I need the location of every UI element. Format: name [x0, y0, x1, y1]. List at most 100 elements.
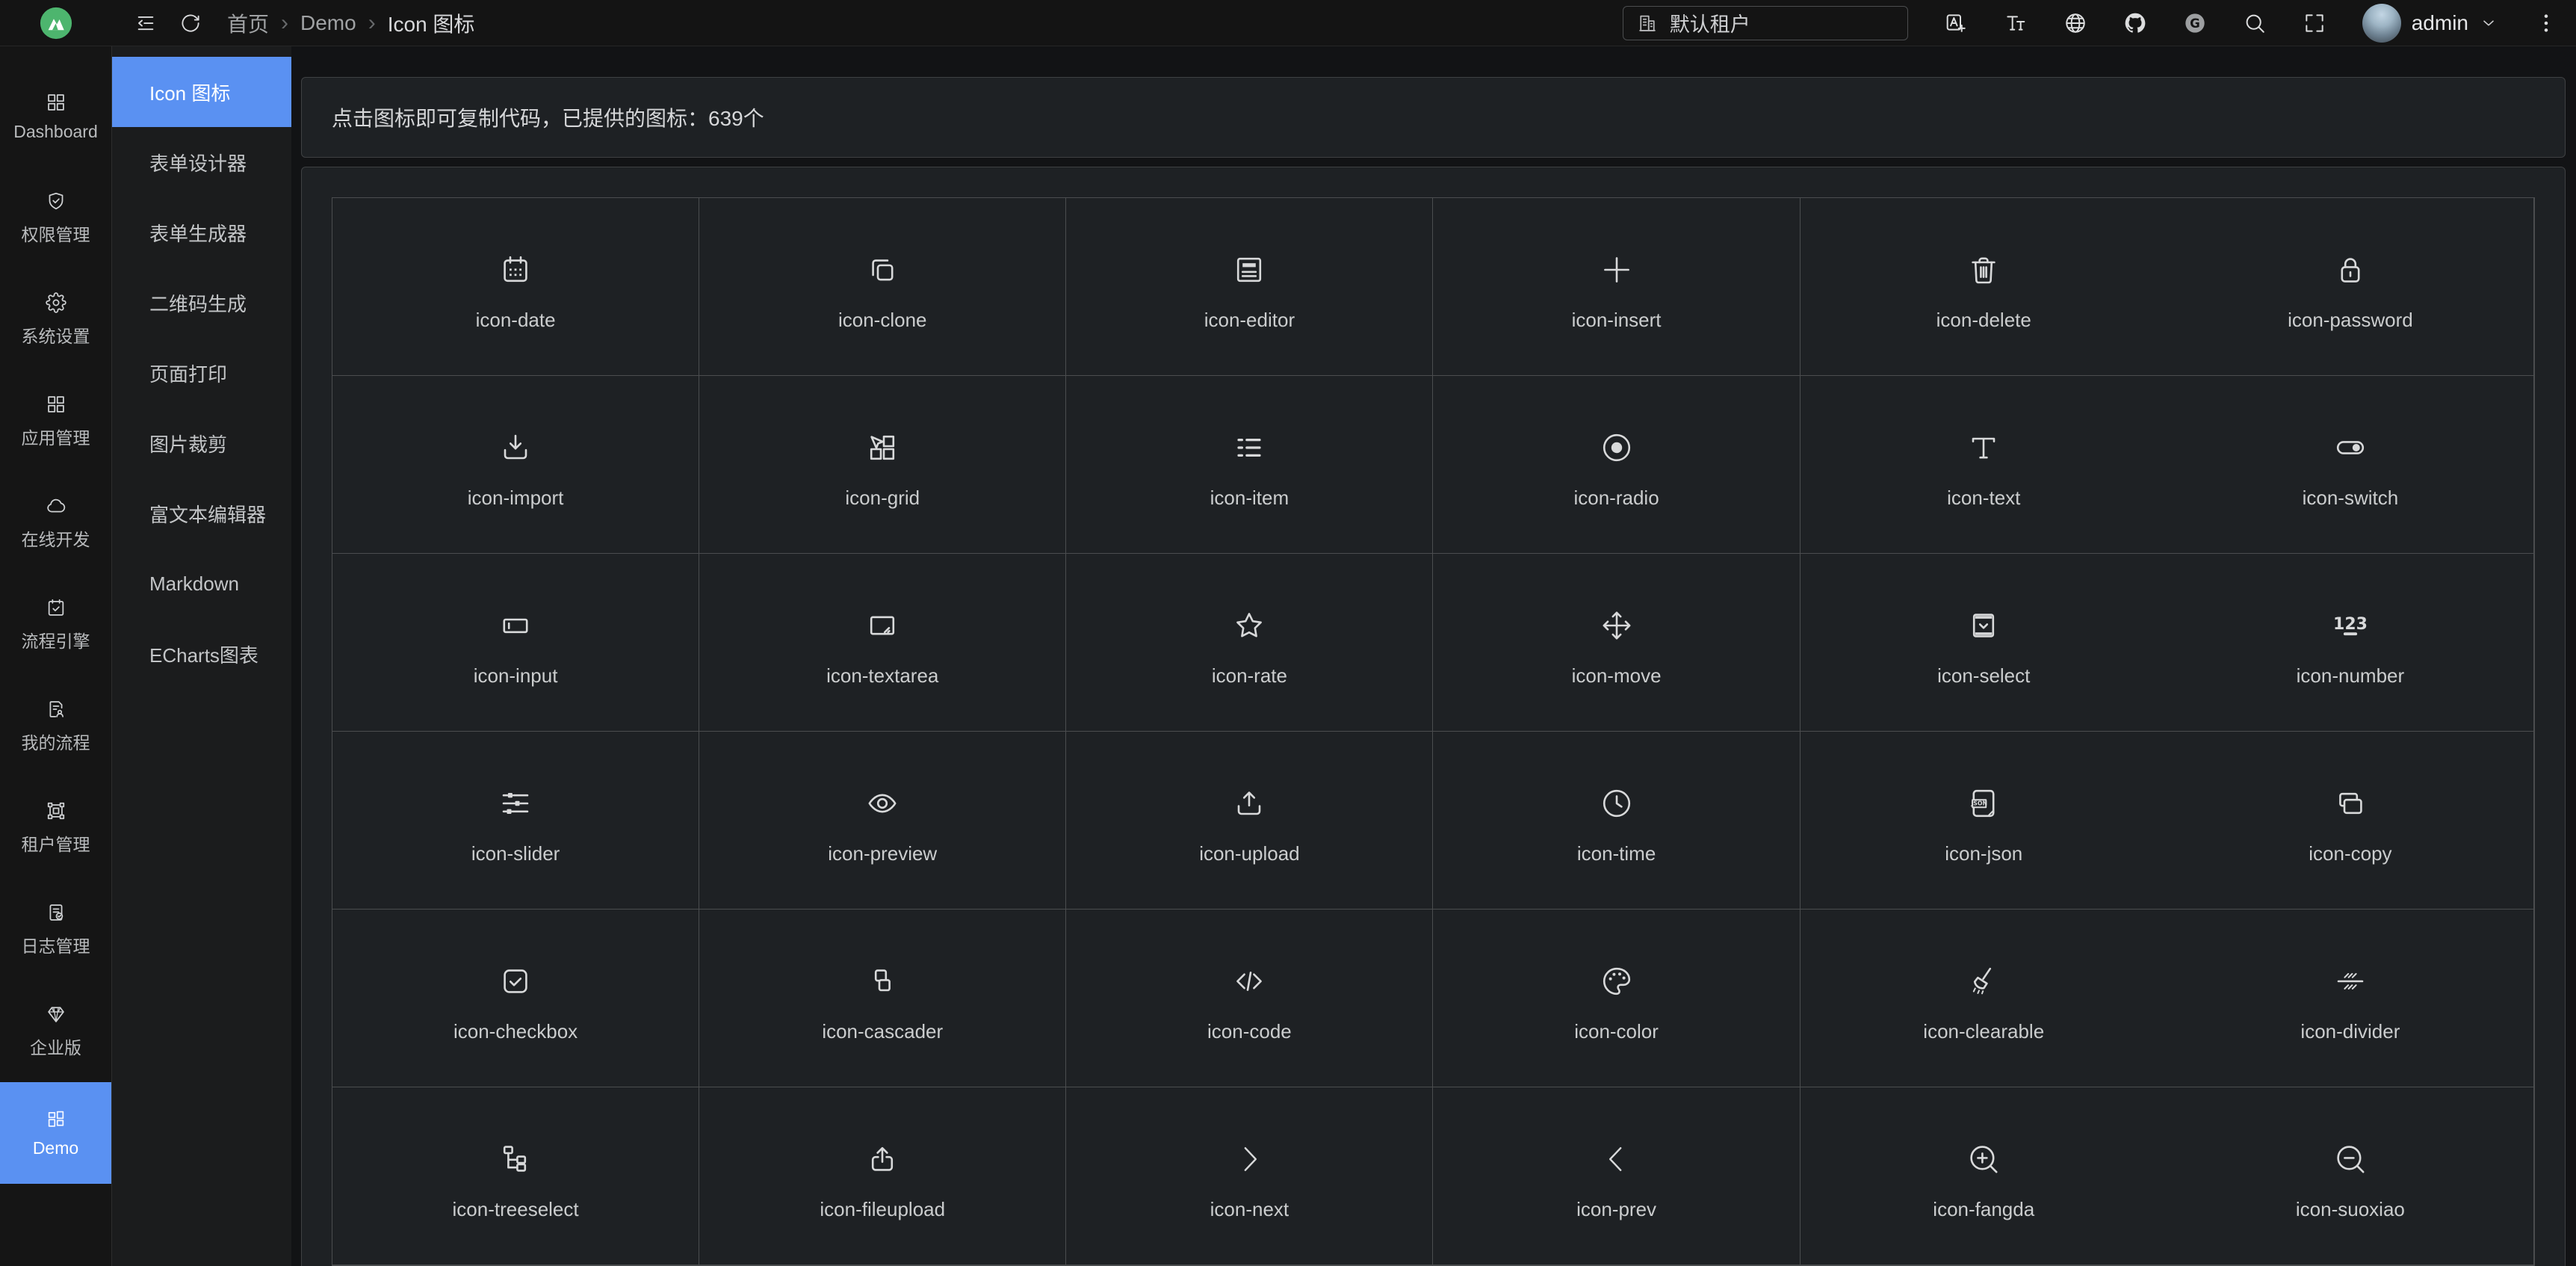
secondary-menu-item[interactable]: Markdown: [112, 549, 291, 619]
icon-grid-cell[interactable]: icon-date: [332, 198, 699, 376]
sidebar-item[interactable]: 权限管理: [0, 167, 111, 269]
icon-grid-cell[interactable]: icon-copy: [2167, 732, 2534, 910]
icon-checkbox: [498, 963, 533, 999]
secondary-menu-item[interactable]: ECharts图表: [112, 619, 291, 689]
icon-grid-cell[interactable]: icon-suoxiao: [2167, 1087, 2534, 1265]
icon-grid-cell[interactable]: icon-textarea: [699, 554, 1066, 732]
icon-fangda: [1966, 1141, 2001, 1177]
font-size-button[interactable]: [2004, 11, 2028, 35]
icon-label: icon-delete: [1936, 309, 2031, 332]
icon-grid: icon-date icon-clone icon-editor icon-in…: [332, 197, 2535, 1266]
more-settings-button[interactable]: [2534, 11, 2558, 35]
icon-grid-cell[interactable]: icon-upload: [1066, 732, 1433, 910]
icon-switch: [2332, 430, 2368, 466]
icon-grid-cell[interactable]: icon-text: [1801, 376, 2167, 554]
icon-label: icon-upload: [1199, 842, 1299, 865]
sidebar-item[interactable]: 系统设置: [0, 269, 111, 371]
icon-grid-cell[interactable]: icon-switch: [2167, 376, 2534, 554]
icon-grid-cell[interactable]: icon-move: [1433, 554, 1800, 732]
shield-check-icon: [46, 191, 66, 211]
top-navbar: 首页 › Demo › Icon 图标 默认租户 admin: [0, 0, 2576, 46]
sidebar-item[interactable]: 租户管理: [0, 777, 111, 879]
icon-label: icon-select: [1937, 664, 2030, 688]
icon-grid-cell[interactable]: icon-input: [332, 554, 699, 732]
secondary-menu-item[interactable]: Icon 图标: [112, 57, 291, 127]
translate-button[interactable]: [1944, 11, 1968, 35]
secondary-menu-item[interactable]: 表单生成器: [112, 197, 291, 268]
icon-grid-cell[interactable]: icon-fangda: [1801, 1087, 2167, 1265]
icon-grid-cell[interactable]: icon-slider: [332, 732, 699, 910]
app-logo[interactable]: [0, 0, 112, 46]
secondary-menu-item[interactable]: 页面打印: [112, 338, 291, 408]
icon-grid-cell[interactable]: icon-select: [1801, 554, 2167, 732]
breadcrumb-demo[interactable]: Demo: [300, 11, 356, 35]
collapse-menu-icon: [134, 12, 157, 34]
icon-slider: [498, 785, 533, 821]
icon-grid-cell[interactable]: icon-editor: [1066, 198, 1433, 376]
icon-grid-cell[interactable]: icon-clone: [699, 198, 1066, 376]
language-button[interactable]: [2063, 11, 2087, 35]
icon-label: icon-preview: [828, 842, 937, 865]
icon-grid-cell[interactable]: icon-code: [1066, 910, 1433, 1087]
icon-grid-cell[interactable]: icon-item: [1066, 376, 1433, 554]
sidebar-item[interactable]: Dashboard: [0, 66, 111, 167]
icon-move: [1599, 608, 1635, 643]
sidebar-item[interactable]: 企业版: [0, 981, 111, 1082]
sidebar-item[interactable]: 我的流程: [0, 676, 111, 777]
icon-grid-cell[interactable]: icon-color: [1433, 910, 1800, 1087]
secondary-menu-item[interactable]: 富文本编辑器: [112, 478, 291, 549]
kebab-menu-icon: [2534, 11, 2558, 35]
icon-grid-cell[interactable]: icon-json: [1801, 732, 2167, 910]
icon-grid-cell[interactable]: icon-insert: [1433, 198, 1800, 376]
secondary-menu-item[interactable]: 表单设计器: [112, 127, 291, 197]
frame-icon: [46, 800, 66, 821]
fullscreen-button[interactable]: [2303, 11, 2326, 35]
icon-grid-cell[interactable]: icon-password: [2167, 198, 2534, 376]
icon-label: icon-item: [1210, 487, 1289, 510]
icon-grid-cell[interactable]: icon-import: [332, 376, 699, 554]
sidebar-item[interactable]: 在线开发: [0, 472, 111, 574]
sidebar-item[interactable]: 日志管理: [0, 879, 111, 981]
icon-grid-cell[interactable]: icon-radio: [1433, 376, 1800, 554]
icon-grid-cell[interactable]: icon-rate: [1066, 554, 1433, 732]
icon-grid-cell[interactable]: icon-next: [1066, 1087, 1433, 1265]
breadcrumb-home[interactable]: 首页: [227, 8, 269, 38]
sidebar-item[interactable]: 应用管理: [0, 371, 111, 472]
icon-label: icon-checkbox: [453, 1020, 578, 1043]
gitee-link[interactable]: [2183, 11, 2207, 35]
tenant-select[interactable]: 默认租户: [1623, 6, 1908, 40]
icon-suoxiao: [2332, 1141, 2368, 1177]
icon-label: icon-input: [474, 664, 558, 688]
icon-divider: [2332, 963, 2368, 999]
tenant-value: 默认租户: [1670, 8, 1750, 37]
collapse-menu-button[interactable]: [134, 12, 157, 34]
icon-grid-cell[interactable]: icon-clearable: [1801, 910, 2167, 1087]
username: admin: [2412, 11, 2468, 35]
icon-grid-cell[interactable]: icon-fileupload: [699, 1087, 1066, 1265]
icon-label: icon-insert: [1572, 309, 1662, 332]
icon-label: icon-editor: [1204, 309, 1295, 332]
icon-grid-cell[interactable]: icon-delete: [1801, 198, 2167, 376]
refresh-button[interactable]: [179, 12, 202, 34]
search-button[interactable]: [2243, 11, 2267, 35]
icon-label: icon-fileupload: [820, 1198, 945, 1221]
avatar[interactable]: [2362, 4, 2401, 43]
github-link[interactable]: [2123, 11, 2147, 35]
secondary-menu-item[interactable]: 图片裁剪: [112, 408, 291, 478]
user-menu[interactable]: admin: [2362, 4, 2498, 43]
sidebar-item[interactable]: 流程引擎: [0, 574, 111, 676]
icon-grid-cell[interactable]: icon-prev: [1433, 1087, 1800, 1265]
icon-grid-cell[interactable]: icon-preview: [699, 732, 1066, 910]
icon-label: icon-json: [1945, 842, 2022, 865]
icon-grid-cell[interactable]: icon-time: [1433, 732, 1800, 910]
sidebar-item[interactable]: Demo: [0, 1082, 111, 1184]
secondary-menu-item[interactable]: 二维码生成: [112, 268, 291, 338]
icon-grid-cell[interactable]: icon-cascader: [699, 910, 1066, 1087]
icon-grid-cell[interactable]: icon-treeselect: [332, 1087, 699, 1265]
icon-time: [1599, 785, 1635, 821]
icon-grid-cell[interactable]: icon-grid: [699, 376, 1066, 554]
icon-grid-cell[interactable]: icon-divider: [2167, 910, 2534, 1087]
icon-grid-cell[interactable]: icon-number: [2167, 554, 2534, 732]
icon-clone: [864, 252, 900, 288]
icon-grid-cell[interactable]: icon-checkbox: [332, 910, 699, 1087]
